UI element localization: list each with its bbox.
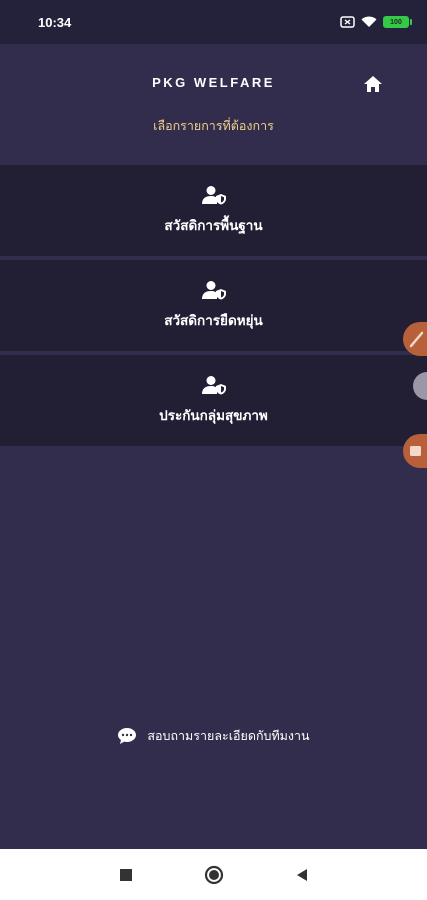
floating-video-tab[interactable] [403, 434, 427, 468]
battery-icon: 100 [383, 16, 412, 28]
wifi-icon [361, 16, 377, 27]
back-button[interactable] [292, 865, 312, 885]
back-icon [296, 868, 307, 881]
menu-item-label: สวัสดิการพื้นฐาน [164, 218, 263, 234]
menu-item-group-health-insurance[interactable]: ประกันกลุ่มสุขภาพ [0, 355, 427, 446]
video-icon [410, 446, 421, 456]
home-icon [364, 76, 382, 92]
contact-label: สอบถามรายละเอียดกับทีมงาน [147, 728, 310, 743]
pen-icon [409, 331, 424, 348]
notification-icon [340, 16, 355, 28]
chat-bubble-icon [118, 728, 137, 744]
user-shield-icon [201, 281, 226, 300]
user-shield-icon [201, 376, 226, 395]
app-header: PKG WELFARE เลือกรายการที่ต้องการ [0, 44, 427, 162]
floating-pen-tab[interactable] [403, 322, 427, 356]
system-home-button[interactable] [204, 865, 224, 885]
status-time: 10:34 [38, 14, 72, 30]
home-button[interactable] [362, 74, 384, 94]
home-circle-icon [204, 865, 223, 884]
battery-level: 100 [390, 18, 402, 26]
menu-item-basic-welfare[interactable]: สวัสดิการพื้นฐาน [0, 165, 427, 256]
menu-item-flexible-welfare[interactable]: สวัสดิการยืดหยุ่น [0, 260, 427, 351]
recents-icon [119, 868, 132, 881]
user-shield-icon [201, 186, 226, 205]
status-icons: 100 [340, 16, 412, 28]
recents-button[interactable] [116, 865, 136, 885]
status-bar: 10:34 100 [0, 0, 427, 44]
page-subtitle: เลือกรายการที่ต้องการ [153, 118, 274, 133]
menu-item-label: ประกันกลุ่มสุขภาพ [159, 408, 268, 424]
contact-team-link[interactable]: สอบถามรายละเอียดกับทีมงาน [0, 726, 427, 746]
welfare-menu: สวัสดิการพื้นฐาน สวัสดิการยืดหยุ่น ประกั… [0, 165, 427, 450]
system-nav-bar [0, 849, 427, 900]
menu-item-label: สวัสดิการยืดหยุ่น [164, 313, 263, 329]
